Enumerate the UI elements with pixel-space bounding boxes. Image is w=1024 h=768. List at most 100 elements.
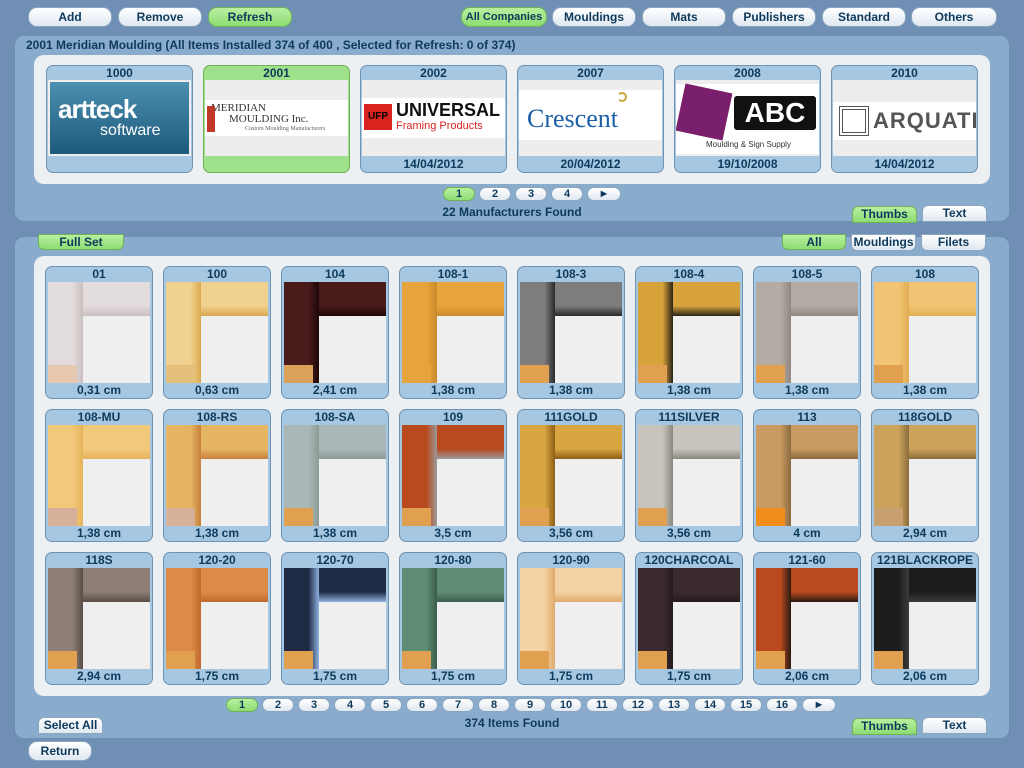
all-companies-button[interactable]: All Companies	[461, 7, 547, 27]
moulding-thumbnail	[48, 282, 150, 383]
filter-filets-button[interactable]: Filets	[921, 234, 986, 251]
moulding-card[interactable]: 108-RS 1,38 cm	[163, 409, 271, 542]
full-set-button[interactable]: Full Set	[38, 234, 124, 250]
moulding-thumbnail	[756, 282, 858, 383]
moulding-card[interactable]: 120-70 1,75 cm	[281, 552, 389, 685]
page-button-2[interactable]: 2	[262, 698, 294, 712]
moulding-code: 120-80	[434, 553, 472, 567]
moulding-card[interactable]: 121BLACKROPE 2,06 cm	[871, 552, 979, 685]
page-button-3[interactable]: 3	[298, 698, 330, 712]
moulding-card[interactable]: 108-4 1,38 cm	[635, 266, 743, 399]
items-text-button[interactable]: Text	[922, 717, 987, 734]
moulding-code: 111GOLD	[544, 410, 598, 424]
moulding-card[interactable]: 111SILVER 3,56 cm	[635, 409, 743, 542]
manufacturer-card[interactable]: 2010 ARQUATI 14/04/2012	[831, 65, 978, 173]
moulding-card[interactable]: 108-3 1,38 cm	[517, 266, 625, 399]
moulding-card[interactable]: 111GOLD 3,56 cm	[517, 409, 625, 542]
moulding-card[interactable]: 108-1 1,38 cm	[399, 266, 507, 399]
page-button-5[interactable]: 5	[370, 698, 402, 712]
next-page-button[interactable]: ►	[587, 187, 621, 201]
standard-tab-button[interactable]: Standard	[822, 7, 906, 27]
manufacturer-text-button[interactable]: Text	[922, 205, 987, 222]
moulding-code: 121BLACKROPE	[876, 553, 974, 567]
moulding-card[interactable]: 108-SA 1,38 cm	[281, 409, 389, 542]
manufacturer-card[interactable]: 2008 ABC Moulding & Sign Supply 19/10/2008	[674, 65, 821, 173]
moulding-thumbnail	[874, 282, 976, 383]
page-button-4[interactable]: 4	[334, 698, 366, 712]
moulding-thumbnail	[402, 568, 504, 669]
artteck-software-logo: artteck software	[48, 80, 191, 156]
manufacturer-code: 2001	[263, 66, 290, 80]
next-page-button[interactable]: ►	[802, 698, 836, 712]
page-button-14[interactable]: 14	[694, 698, 726, 712]
crescent-logo: Crescent	[519, 80, 662, 156]
moulding-code: 109	[442, 410, 464, 424]
manufacturer-card[interactable]: 1000 artteck software	[46, 65, 193, 173]
moulding-width: 1,75 cm	[312, 669, 358, 683]
items-thumbs-button[interactable]: Thumbs	[852, 718, 917, 735]
moulding-card[interactable]: 109 3,5 cm	[399, 409, 507, 542]
page-button-3[interactable]: 3	[515, 187, 547, 201]
page-button-1[interactable]: 1	[443, 187, 475, 201]
page-button-13[interactable]: 13	[658, 698, 690, 712]
moulding-thumbnail	[166, 425, 268, 526]
moulding-width: 1,38 cm	[548, 383, 594, 397]
page-button-11[interactable]: 11	[586, 698, 618, 712]
abc-moulding-logo: ABC Moulding & Sign Supply	[676, 80, 819, 156]
page-button-7[interactable]: 7	[442, 698, 474, 712]
filter-all-button[interactable]: All	[782, 234, 846, 250]
moulding-card[interactable]: 120CHARCOAL 1,75 cm	[635, 552, 743, 685]
moulding-code: 108-5	[791, 267, 823, 281]
moulding-thumbnail	[284, 568, 386, 669]
page-button-9[interactable]: 9	[514, 698, 546, 712]
page-button-1[interactable]: 1	[226, 698, 258, 712]
moulding-code: 108-MU	[77, 410, 121, 424]
refresh-button[interactable]: Refresh	[208, 7, 292, 27]
moulding-card[interactable]: 108-MU 1,38 cm	[45, 409, 153, 542]
moulding-width: 1,38 cm	[312, 526, 358, 540]
moulding-card[interactable]: 104 2,41 cm	[281, 266, 389, 399]
moulding-thumbnail	[402, 282, 504, 383]
moulding-width: 4 cm	[793, 526, 821, 540]
moulding-card[interactable]: 113 4 cm	[753, 409, 861, 542]
mats-tab-button[interactable]: Mats	[642, 7, 726, 27]
moulding-card[interactable]: 100 0,63 cm	[163, 266, 271, 399]
manufacturer-card[interactable]: 2002 UFP UNIVERSAL Framing Products 14/04/20…	[360, 65, 507, 173]
moulding-card[interactable]: 108 1,38 cm	[871, 266, 979, 399]
moulding-thumbnail	[284, 282, 386, 383]
page-button-6[interactable]: 6	[406, 698, 438, 712]
remove-button[interactable]: Remove	[118, 7, 202, 27]
moulding-card[interactable]: 120-90 1,75 cm	[517, 552, 625, 685]
moulding-width: 1,38 cm	[76, 526, 122, 540]
moulding-card[interactable]: 118S 2,94 cm	[45, 552, 153, 685]
moulding-card[interactable]: 118GOLD 2,94 cm	[871, 409, 979, 542]
moulding-code: 120-70	[316, 553, 354, 567]
add-button[interactable]: Add	[28, 7, 112, 27]
manufacturer-status-text: 2001 Meridian Moulding (All Items Instal…	[26, 38, 516, 52]
page-button-8[interactable]: 8	[478, 698, 510, 712]
moulding-code: 108-SA	[314, 410, 356, 424]
moulding-card[interactable]: 121-60 2,06 cm	[753, 552, 861, 685]
publishers-tab-button[interactable]: Publishers	[732, 7, 816, 27]
mouldings-tab-button[interactable]: Mouldings	[552, 7, 636, 27]
filter-mouldings-button[interactable]: Mouldings	[851, 234, 916, 251]
moulding-card[interactable]: 01 0,31 cm	[45, 266, 153, 399]
return-button[interactable]: Return	[28, 741, 92, 761]
moulding-width: 1,75 cm	[194, 669, 240, 683]
page-button-15[interactable]: 15	[730, 698, 762, 712]
manufacturer-card[interactable]: 2001 MERIDIAN MOULDING Inc. Custom Moulding…	[203, 65, 350, 173]
manufacturer-thumbs-button[interactable]: Thumbs	[852, 206, 917, 223]
moulding-card[interactable]: 108-5 1,38 cm	[753, 266, 861, 399]
page-button-2[interactable]: 2	[479, 187, 511, 201]
manufacturer-card[interactable]: 2007 Crescent 20/04/2012	[517, 65, 664, 173]
moulding-width: 1,38 cm	[902, 383, 948, 397]
page-button-10[interactable]: 10	[550, 698, 582, 712]
moulding-card[interactable]: 120-80 1,75 cm	[399, 552, 507, 685]
others-tab-button[interactable]: Others	[911, 7, 997, 27]
moulding-code: 100	[206, 267, 228, 281]
page-button-4[interactable]: 4	[551, 187, 583, 201]
page-button-16[interactable]: 16	[766, 698, 798, 712]
page-button-12[interactable]: 12	[622, 698, 654, 712]
select-all-button[interactable]: Select All	[38, 717, 103, 734]
moulding-card[interactable]: 120-20 1,75 cm	[163, 552, 271, 685]
